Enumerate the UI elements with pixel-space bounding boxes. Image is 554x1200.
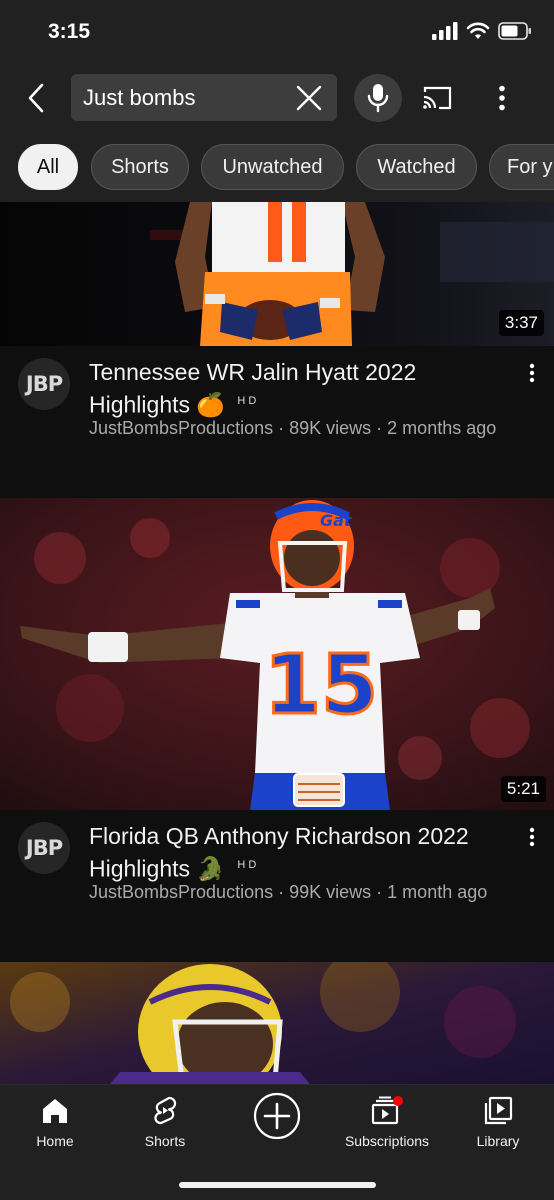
shorts-icon xyxy=(154,1096,177,1125)
nav-home-label: Home xyxy=(36,1133,74,1149)
video-thumbnail[interactable]: 3:37 xyxy=(0,202,554,346)
search-input[interactable]: Just bombs xyxy=(71,74,337,121)
svg-text:Gat: Gat xyxy=(320,511,353,530)
video-metadata: JustBombsProductions · 99K views · 1 mon… xyxy=(89,881,519,904)
video-title-text: Florida QB Anthony Richardson 2022 Highl… xyxy=(89,823,469,882)
view-count: 89K views xyxy=(289,418,372,438)
filter-chips-bar: All Shorts Unwatched Watched For y xyxy=(0,132,554,202)
meta-separator: · xyxy=(278,418,290,438)
back-button[interactable] xyxy=(18,78,54,118)
video-title[interactable]: Tennessee WR Jalin Hyatt 2022 Highlights… xyxy=(89,358,509,420)
video-options-button[interactable] xyxy=(522,361,542,385)
thumbnail-image xyxy=(0,202,554,346)
close-icon xyxy=(296,85,322,111)
status-icons xyxy=(432,22,532,40)
hd-badge: HD xyxy=(237,395,260,407)
upload-age: 2 months ago xyxy=(387,418,497,438)
more-vertical-icon xyxy=(529,363,535,383)
chip-watched[interactable]: Watched xyxy=(356,144,477,190)
nav-library-label: Library xyxy=(476,1133,520,1149)
library-icon xyxy=(484,1096,513,1125)
video-title[interactable]: Florida QB Anthony Richardson 2022 Highl… xyxy=(89,822,519,884)
home-icon xyxy=(43,1099,67,1123)
back-arrow-icon xyxy=(28,83,44,113)
wifi-icon xyxy=(466,22,490,39)
orange-emoji: 🍊 xyxy=(196,391,226,418)
upload-age: 1 month ago xyxy=(387,882,488,902)
bottom-navigation: Home Shorts Subscriptions Library xyxy=(0,1084,554,1200)
voice-search-button[interactable] xyxy=(354,74,402,122)
meta-separator: · xyxy=(376,418,388,438)
chip-for-you[interactable]: For y xyxy=(489,144,554,190)
more-options-button[interactable] xyxy=(488,78,516,118)
channel-avatar-text: JBP xyxy=(25,372,63,396)
channel-name: JustBombsProductions xyxy=(89,418,274,438)
video-options-button[interactable] xyxy=(522,825,542,849)
channel-name: JustBombsProductions xyxy=(89,882,274,902)
microphone-icon xyxy=(367,84,389,113)
alligator-emoji: 🐊 xyxy=(196,855,226,882)
meta-separator: · xyxy=(376,882,388,902)
video-info[interactable]: JBP Tennessee WR Jalin Hyatt 2022 Highli… xyxy=(0,346,554,498)
video-duration: 5:21 xyxy=(500,776,546,802)
channel-avatar[interactable]: JBP xyxy=(18,822,70,874)
video-thumbnail[interactable] xyxy=(0,962,554,1084)
create-plus-icon xyxy=(253,1092,301,1140)
cast-button[interactable] xyxy=(418,78,456,118)
nav-shorts[interactable]: Shorts xyxy=(110,1093,220,1149)
thumbnail-image xyxy=(0,962,554,1084)
video-thumbnail[interactable]: 15 Gat 5:21 xyxy=(0,498,554,810)
nav-subscriptions[interactable]: Subscriptions xyxy=(332,1093,442,1149)
chip-shorts[interactable]: Shorts xyxy=(91,144,189,190)
chip-unwatched[interactable]: Unwatched xyxy=(201,144,344,190)
nav-home[interactable]: Home xyxy=(0,1093,110,1149)
video-title-text: Tennessee WR Jalin Hyatt 2022 Highlights xyxy=(89,359,417,418)
status-bar: 3:15 xyxy=(0,0,554,64)
home-indicator[interactable] xyxy=(179,1182,376,1188)
nav-shorts-label: Shorts xyxy=(144,1133,186,1149)
nav-subscriptions-label: Subscriptions xyxy=(344,1133,430,1149)
cellular-signal-icon xyxy=(432,22,458,40)
thumbnail-image: 15 Gat xyxy=(0,498,554,810)
nav-create[interactable] xyxy=(222,1091,332,1141)
channel-avatar[interactable]: JBP xyxy=(18,358,70,410)
subscriptions-icon xyxy=(371,1096,403,1125)
more-vertical-icon xyxy=(529,827,535,847)
channel-avatar-text: JBP xyxy=(25,836,63,860)
chip-all[interactable]: All xyxy=(18,144,78,190)
battery-icon xyxy=(498,22,531,40)
svg-text:15: 15 xyxy=(264,638,378,733)
view-count: 99K views xyxy=(289,882,372,902)
search-header: Just bombs xyxy=(0,64,554,132)
video-metadata: JustBombsProductions · 89K views · 2 mon… xyxy=(89,417,519,440)
video-duration: 3:37 xyxy=(498,310,544,336)
clear-search-button[interactable] xyxy=(293,82,325,114)
search-results-feed: 3:37 JBP Tennessee WR Jalin Hyatt 2022 H… xyxy=(0,202,554,1084)
cast-icon xyxy=(423,86,452,110)
status-time: 3:15 xyxy=(48,20,91,43)
notification-dot xyxy=(393,1096,403,1106)
more-vertical-icon xyxy=(499,85,505,111)
search-query: Just bombs xyxy=(83,85,196,110)
video-info[interactable]: JBP Florida QB Anthony Richardson 2022 H… xyxy=(0,810,554,962)
hd-badge: HD xyxy=(237,859,260,871)
meta-separator: · xyxy=(278,882,290,902)
nav-library[interactable]: Library xyxy=(443,1093,553,1149)
